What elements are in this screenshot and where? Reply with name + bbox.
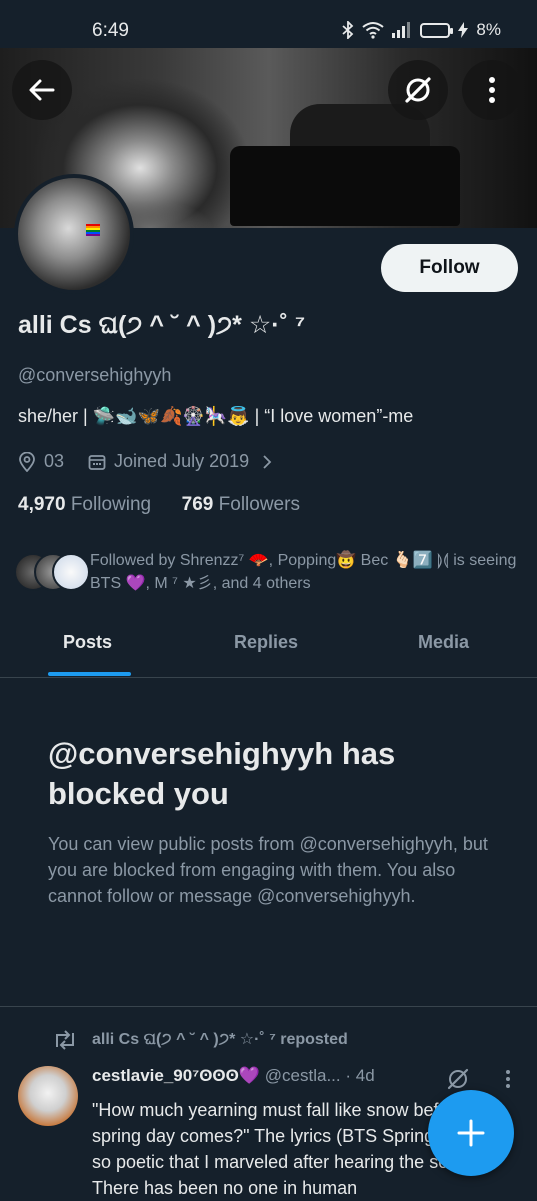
grok-button[interactable] <box>388 60 448 120</box>
compose-button[interactable] <box>428 1090 514 1176</box>
grok-icon <box>405 77 431 103</box>
banner-truck <box>230 146 460 226</box>
signal-icon <box>392 22 411 38</box>
followed-by-text[interactable]: Followed by Shrenzz⁷ 🪭, Popping🤠 Bec 🫰🏻7… <box>90 549 520 595</box>
blocked-message: You can view public posts from @converse… <box>48 834 488 906</box>
following-link[interactable]: 4,970 Following <box>18 494 151 515</box>
wifi-icon <box>362 22 385 39</box>
calendar-icon <box>88 454 106 470</box>
followers-count: 769 <box>181 494 214 515</box>
tab-media[interactable]: Media <box>418 632 469 653</box>
more-vertical-icon <box>489 77 495 103</box>
battery-icon <box>420 22 454 38</box>
repost-label[interactable]: alli Cs ଘ(੭ ^ ˘ ^ )੭* ☆·˚ ⁷ reposted <box>92 1029 348 1049</box>
profile-location: 03 <box>44 451 65 471</box>
pride-flag-icon <box>86 224 100 236</box>
profile-name: alli Cs ଘ(੭ ^ ˘ ^ )੭* ☆·˚ ⁷ <box>18 311 306 339</box>
blocked-title: @conversehighyyh has blocked you <box>48 736 396 811</box>
location-icon <box>19 451 35 472</box>
bluetooth-icon <box>342 21 354 39</box>
post-header: cestlavie_90⁷ʘʘʘ💜 @cestla... · 4d <box>92 1066 375 1086</box>
followers-link[interactable]: 769 Followers <box>182 494 300 515</box>
profile-avatar[interactable] <box>14 174 134 294</box>
battery-percent: 8% <box>476 20 501 39</box>
more-button[interactable] <box>462 60 522 120</box>
profile-joined: Joined July 2019 <box>114 451 250 471</box>
post-time: · 4d <box>345 1066 375 1085</box>
profile-bio: she/her | 🛸🐋🦋🍂🎡🎠👼 | “I love women”-me <box>18 406 414 426</box>
status-bar: 6:49 8% <box>0 0 537 48</box>
profile-meta: 03 Joined July 2019 <box>18 451 273 472</box>
post-author-handle[interactable]: @cestla... <box>265 1066 341 1085</box>
follow-button[interactable]: Follow <box>381 244 518 292</box>
post-grok-icon[interactable] <box>446 1067 470 1091</box>
back-button[interactable] <box>12 60 72 120</box>
status-icons: 8% <box>342 20 501 40</box>
active-tab-indicator <box>48 672 131 676</box>
profile-counts: 4,970 Following 769 Followers <box>18 494 300 516</box>
post-author-avatar[interactable] <box>18 1066 78 1126</box>
tabs-divider <box>0 677 537 678</box>
post-author-name[interactable]: cestlavie_90⁷ʘʘʘ💜 <box>92 1066 260 1085</box>
status-time: 6:49 <box>92 20 129 41</box>
arrow-left-icon <box>29 79 55 101</box>
chevron-right-icon[interactable] <box>261 454 273 470</box>
following-count: 4,970 <box>18 494 66 515</box>
tab-posts[interactable]: Posts <box>63 632 112 653</box>
tab-replies[interactable]: Replies <box>234 632 298 653</box>
profile-handle: @conversehighyyh <box>18 365 172 385</box>
followers-label: Followers <box>218 494 300 515</box>
following-label: Following <box>70 494 152 515</box>
plus-icon <box>457 1119 485 1147</box>
section-divider <box>0 1006 537 1007</box>
charging-icon <box>458 22 469 38</box>
post-more-icon[interactable] <box>505 1069 511 1089</box>
repost-icon <box>56 1030 74 1050</box>
follower-avatar-3 <box>52 553 90 591</box>
